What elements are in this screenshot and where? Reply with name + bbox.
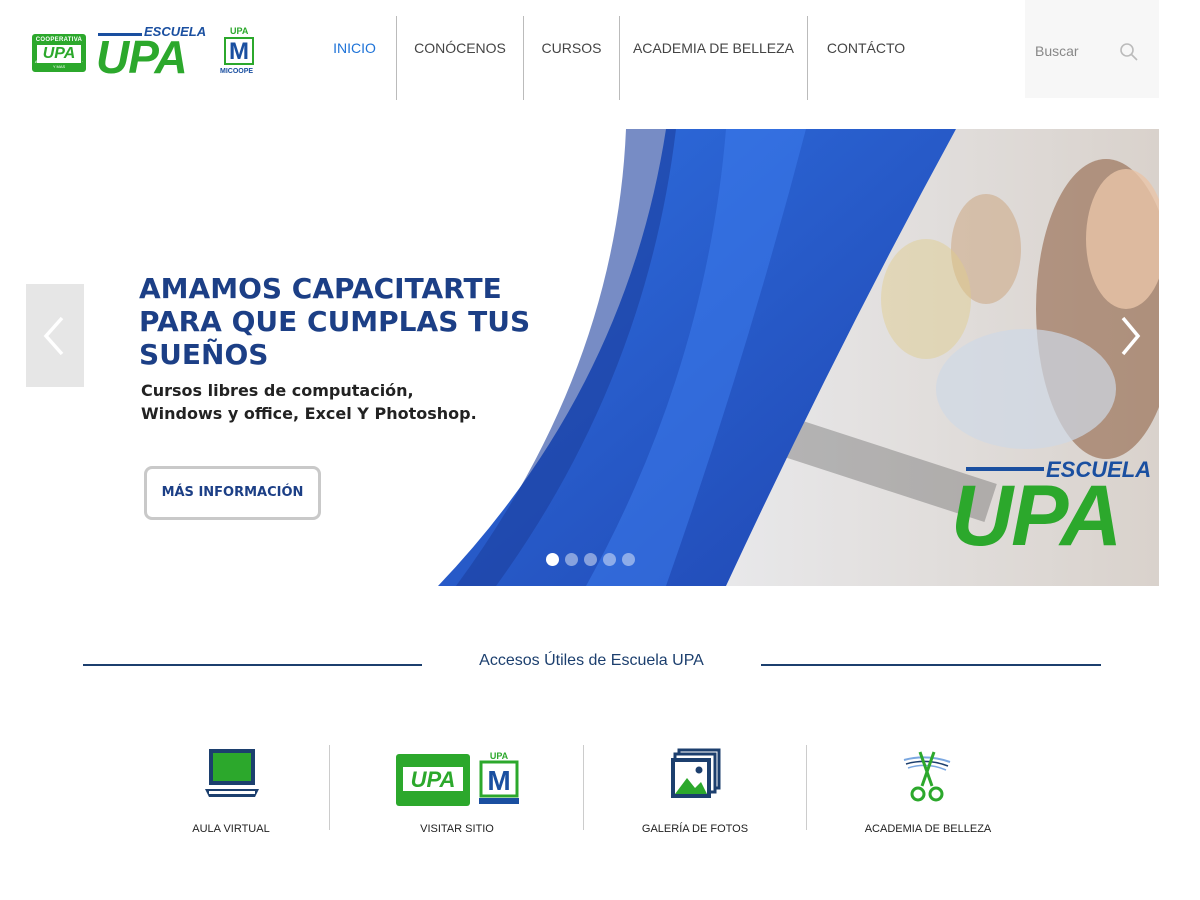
svg-text:M: M (487, 765, 510, 796)
access-label: ACADEMIA DE BELLEZA (864, 823, 992, 835)
svg-text:UPA: UPA (490, 751, 509, 761)
photo-gallery-icon (671, 748, 721, 798)
slider-dot[interactable] (603, 553, 616, 566)
search-box (1025, 0, 1159, 98)
section-divider-right (761, 664, 1101, 666)
micoope-logo: UPA M MICOOPE (220, 26, 262, 80)
micoope-upa-text: UPA (230, 26, 249, 36)
slider-dots (546, 553, 641, 566)
hero-title-line: PARA QUE CUMPLAS TUS (139, 305, 531, 338)
access-label: VISITAR SITIO (420, 823, 494, 835)
access-academia-de-belleza[interactable]: ACADEMIA DE BELLEZA (838, 745, 1018, 845)
search-icon[interactable] (1119, 42, 1139, 62)
site-header: COOPERATIVA UPA AHORRO · PRESTAMOS · Y M… (0, 0, 1200, 100)
slider-prev-button[interactable] (26, 284, 84, 387)
access-aula-virtual[interactable]: AULA VIRTUAL (141, 745, 321, 845)
hero-title-line: AMAMOS CAPACITARTE (139, 272, 502, 305)
nav-cursos[interactable]: CURSOS (524, 16, 620, 100)
chevron-left-icon (43, 316, 64, 356)
nav-inicio[interactable]: INICIO (313, 16, 397, 100)
section-title: Accesos Útiles de Escuela UPA (479, 652, 704, 669)
access-visitar-sitio[interactable]: UPA M UPA VISITAR SITIO (367, 745, 547, 845)
access-divider (329, 745, 330, 830)
logo-coop-sub: AHORRO · PRESTAMOS · Y MAS (34, 59, 84, 69)
more-info-button[interactable]: MÁS INFORMACIÓN (144, 466, 321, 520)
hero-slider: AMAMOS CAPACITARTE PARA QUE CUMPLAS TUS … (26, 129, 1159, 586)
slider-next-button[interactable] (1110, 300, 1150, 370)
slider-dot[interactable] (565, 553, 578, 566)
search-input[interactable] (1035, 40, 1115, 62)
cooperativa-upa-logo: COOPERATIVA UPA AHORRO · PRESTAMOS · Y M… (32, 34, 86, 72)
svg-text:UPA: UPA (411, 767, 456, 792)
hero-title-line: SUEÑOS (139, 338, 269, 371)
logo-upa-text: UPA (96, 31, 188, 83)
hero-subtitle-line: Windows y office, Excel Y Photoshop. (141, 404, 477, 423)
nav-contacto[interactable]: CONTÁCTO (808, 16, 924, 100)
slider-dot[interactable] (546, 553, 559, 566)
access-divider (583, 745, 584, 830)
hero-subtitle: Cursos libres de computación, Windows y … (141, 379, 521, 425)
nav-conocenos[interactable]: CONÓCENOS (397, 16, 524, 100)
slider-dot[interactable] (622, 553, 635, 566)
main-nav: INICIO CONÓCENOS CURSOS ACADEMIA DE BELL… (313, 16, 924, 100)
logo-coop-top: COOPERATIVA (35, 37, 83, 43)
hero-subtitle-line: Cursos libres de computación, (141, 381, 414, 400)
slider-dot[interactable] (584, 553, 597, 566)
access-label: GALERÍA DE FOTOS (641, 823, 749, 835)
upa-logo-icon: UPA M UPA (396, 751, 519, 806)
micoope-m-letter: M (224, 37, 254, 65)
site-logo[interactable]: COOPERATIVA UPA AHORRO · PRESTAMOS · Y M… (30, 22, 270, 86)
hero-logo-upa: UPA (951, 468, 1122, 564)
scissors-icon (903, 751, 951, 802)
micoope-text: MICOOPE (220, 68, 254, 75)
section-divider-left (83, 664, 422, 666)
access-galeria-de-fotos[interactable]: GALERÍA DE FOTOS (605, 745, 785, 845)
access-divider (806, 745, 807, 830)
chevron-right-icon (1121, 316, 1141, 356)
laptop-icon (205, 749, 259, 797)
hero-title: AMAMOS CAPACITARTE PARA QUE CUMPLAS TUS … (139, 272, 539, 371)
access-label: AULA VIRTUAL (192, 823, 270, 835)
nav-academia-de-belleza[interactable]: ACADEMIA DE BELLEZA (620, 16, 808, 100)
